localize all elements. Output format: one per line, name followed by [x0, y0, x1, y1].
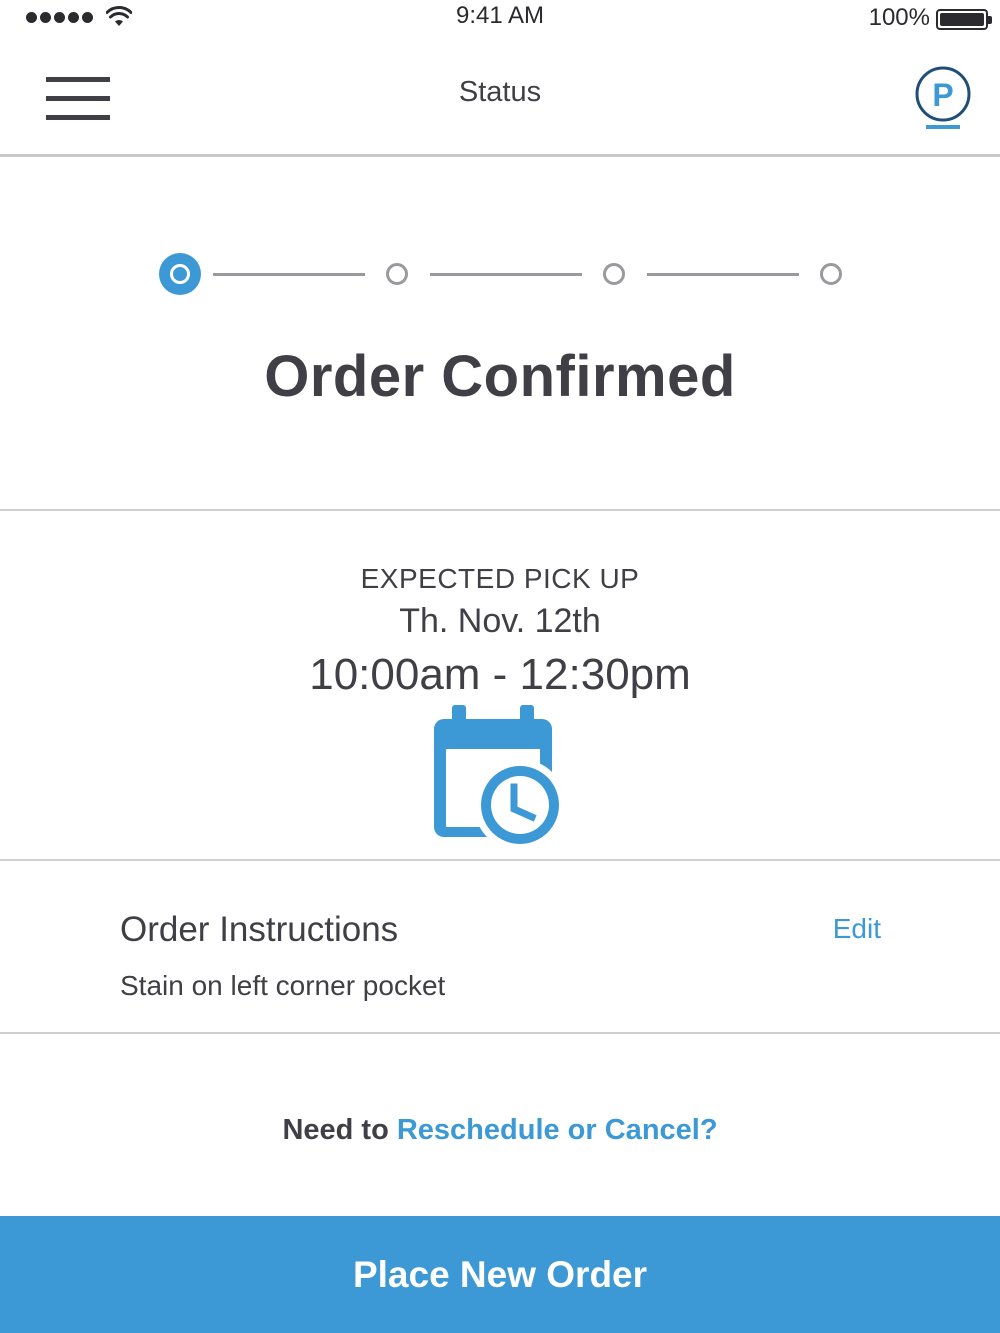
progress-connector: [647, 273, 799, 276]
divider: [0, 859, 1000, 861]
divider: [0, 509, 1000, 511]
battery-percent: 100%: [868, 4, 930, 31]
status-time: 9:41 AM: [455, 2, 545, 29]
calendar-clock-icon: [434, 705, 566, 851]
progress-connector: [430, 273, 582, 276]
divider: [0, 1032, 1000, 1034]
reschedule-cancel-link[interactable]: Reschedule or Cancel?: [397, 1114, 718, 1146]
order-instructions-text: Stain on left corner pocket: [120, 970, 446, 1001]
reschedule-prefix: Need to: [282, 1114, 389, 1146]
order-instructions-title: Order Instructions: [120, 910, 399, 949]
progress-step-4: [820, 263, 842, 285]
pickup-time-range: 10:00am - 12:30pm: [309, 650, 691, 699]
pickup-date: Th. Nov. 12th: [399, 602, 601, 640]
edit-instructions-link[interactable]: Edit: [833, 913, 881, 945]
battery-icon: [936, 9, 992, 30]
parking-p-icon[interactable]: P: [914, 66, 972, 132]
page-title: Status: [458, 76, 542, 108]
progress-connector: [213, 273, 365, 276]
order-status-headline: Order Confirmed: [264, 344, 736, 409]
progress-step-2: [386, 263, 408, 285]
order-progress-tracker: [159, 253, 844, 295]
place-new-order-button[interactable]: Place New Order: [0, 1216, 1000, 1333]
nav-bar: Status P: [0, 36, 1000, 157]
reschedule-prompt: Need to Reschedule or Cancel?: [0, 1114, 1000, 1147]
progress-step-3: [603, 263, 625, 285]
profile-letter: P: [932, 77, 953, 113]
progress-step-1-active: [159, 253, 201, 295]
pickup-label: EXPECTED PICK UP: [360, 563, 640, 594]
status-bar: 9:41 AM 100%: [0, 0, 1000, 36]
